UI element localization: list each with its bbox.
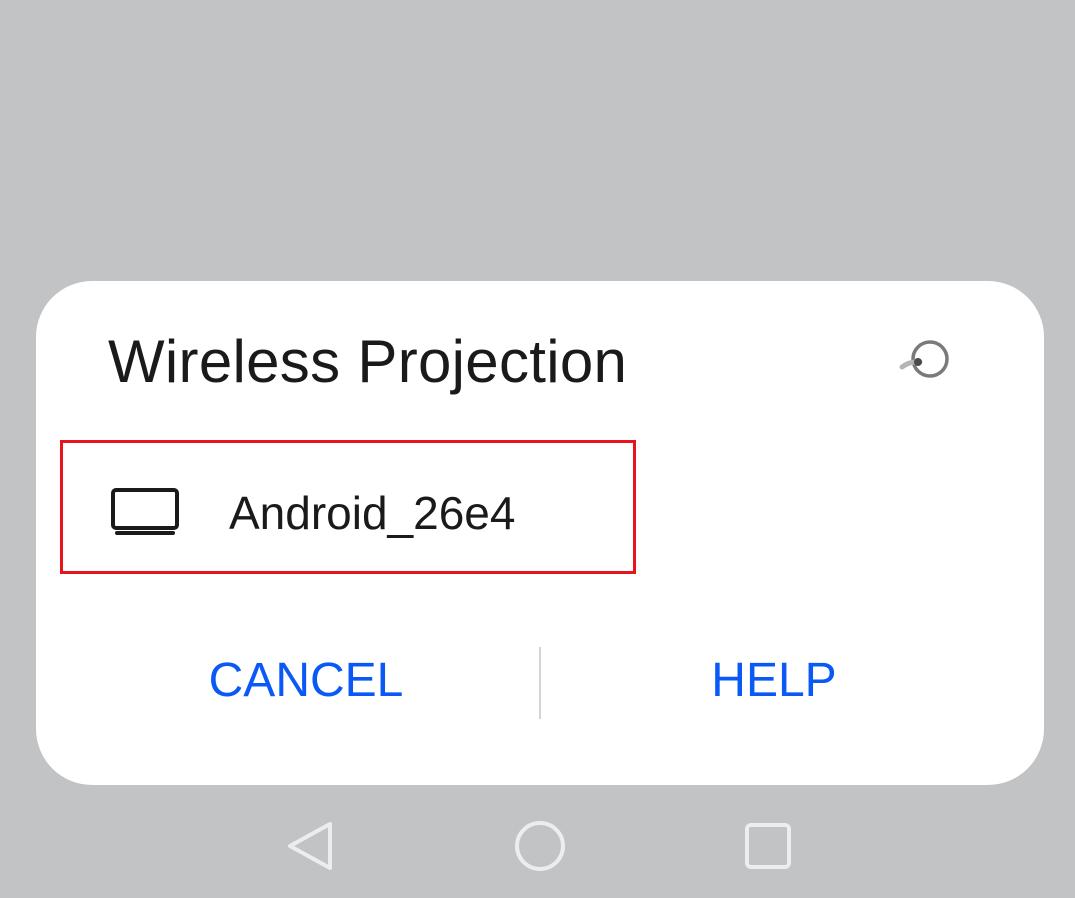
dialog-actions: CANCEL HELP bbox=[36, 643, 1044, 719]
back-triangle-icon[interactable] bbox=[280, 816, 340, 876]
home-circle-icon[interactable] bbox=[510, 816, 570, 876]
screen: Wireless Projection Android_26e4 CANCEL … bbox=[0, 0, 1075, 898]
refresh-spinner-icon[interactable] bbox=[898, 335, 962, 383]
device-name: Android_26e4 bbox=[229, 487, 516, 539]
help-button[interactable]: HELP bbox=[544, 643, 1004, 719]
dialog-title: Wireless Projection bbox=[108, 328, 628, 395]
system-navigation-bar bbox=[0, 800, 1075, 890]
device-item-android-26e4[interactable]: Android_26e4 bbox=[60, 440, 636, 574]
cancel-button[interactable]: CANCEL bbox=[76, 643, 536, 719]
recents-square-icon[interactable] bbox=[738, 816, 798, 876]
button-divider bbox=[539, 647, 541, 719]
wireless-projection-dialog: Wireless Projection Android_26e4 CANCEL … bbox=[36, 281, 1044, 785]
tv-icon bbox=[109, 486, 181, 536]
